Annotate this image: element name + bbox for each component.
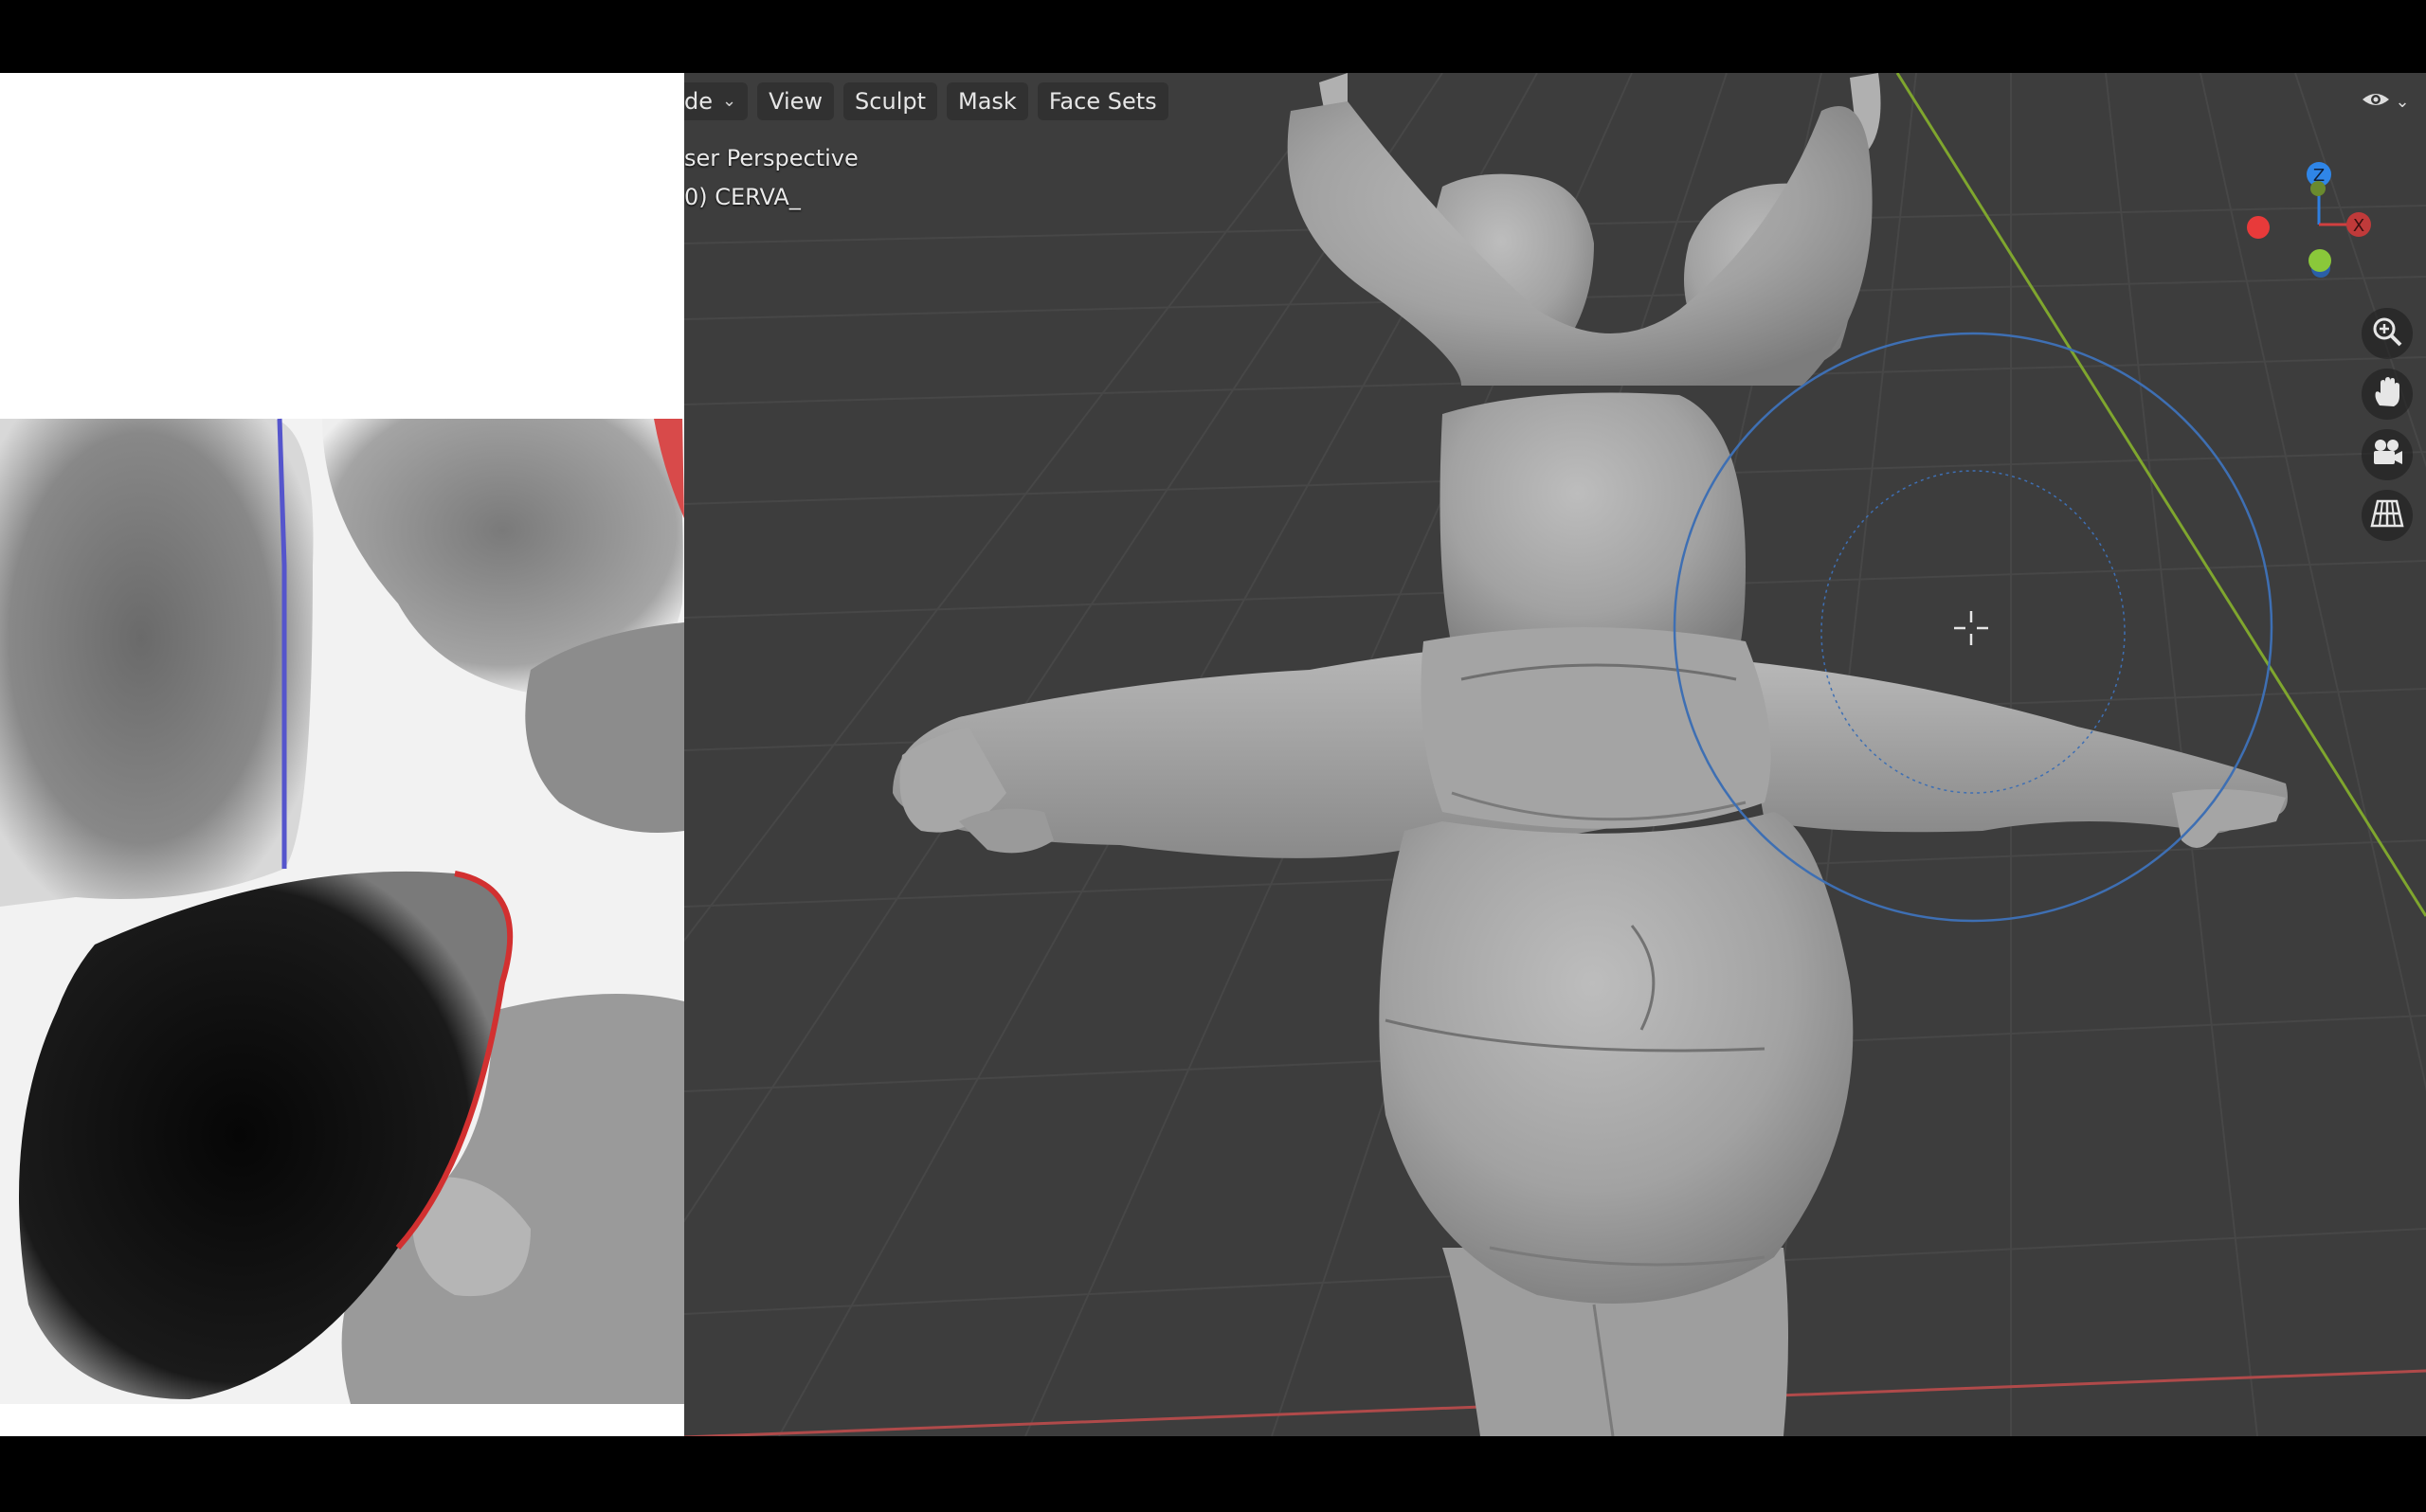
menu-mask[interactable]: Mask xyxy=(947,82,1028,120)
mode-selector[interactable]: de ⌄ xyxy=(684,82,749,120)
3d-viewport[interactable]: de ⌄ View Sculpt Mask Face Sets ser Pers… xyxy=(684,73,2426,1436)
menu-sculpt[interactable]: Sculpt xyxy=(843,82,937,120)
chevron-down-icon: ⌄ xyxy=(2395,91,2410,112)
gizmo-y-axis[interactable] xyxy=(2308,249,2331,272)
gizmo-x-label: X xyxy=(2353,216,2364,236)
menu-face-sets[interactable]: Face Sets xyxy=(1037,82,1168,120)
viewport-perspective-label: ser Perspective xyxy=(684,145,859,171)
gizmo-neg-x-axis[interactable] xyxy=(2247,216,2270,239)
mode-label: de xyxy=(684,88,713,115)
grid-icon xyxy=(2370,497,2404,533)
pan-hand-icon xyxy=(2370,375,2404,413)
pan-button[interactable] xyxy=(2362,369,2413,420)
visibility-eye-icon xyxy=(2361,88,2391,116)
perspective-toggle-button[interactable] xyxy=(2362,490,2413,541)
viewport-object-label: 0) CERVA_ xyxy=(684,184,801,210)
letterbox-bottom xyxy=(0,1436,2426,1512)
navigation-gizmo[interactable]: Z X xyxy=(2234,149,2395,291)
camera-view-button[interactable] xyxy=(2362,429,2413,480)
reference-image xyxy=(0,73,684,1436)
camera-icon xyxy=(2369,437,2405,473)
viewport-scene[interactable] xyxy=(684,73,2426,1436)
menu-view[interactable]: View xyxy=(757,82,835,120)
letterbox-top xyxy=(0,0,2426,73)
chevron-down-icon: ⌄ xyxy=(722,91,737,111)
viewport-header: de ⌄ View Sculpt Mask Face Sets xyxy=(684,82,1168,120)
reference-image-panel xyxy=(0,73,684,1436)
visibility-dropdown[interactable]: ⌄ xyxy=(2352,82,2418,120)
zoom-icon xyxy=(2370,315,2404,352)
zoom-button[interactable] xyxy=(2362,308,2413,359)
